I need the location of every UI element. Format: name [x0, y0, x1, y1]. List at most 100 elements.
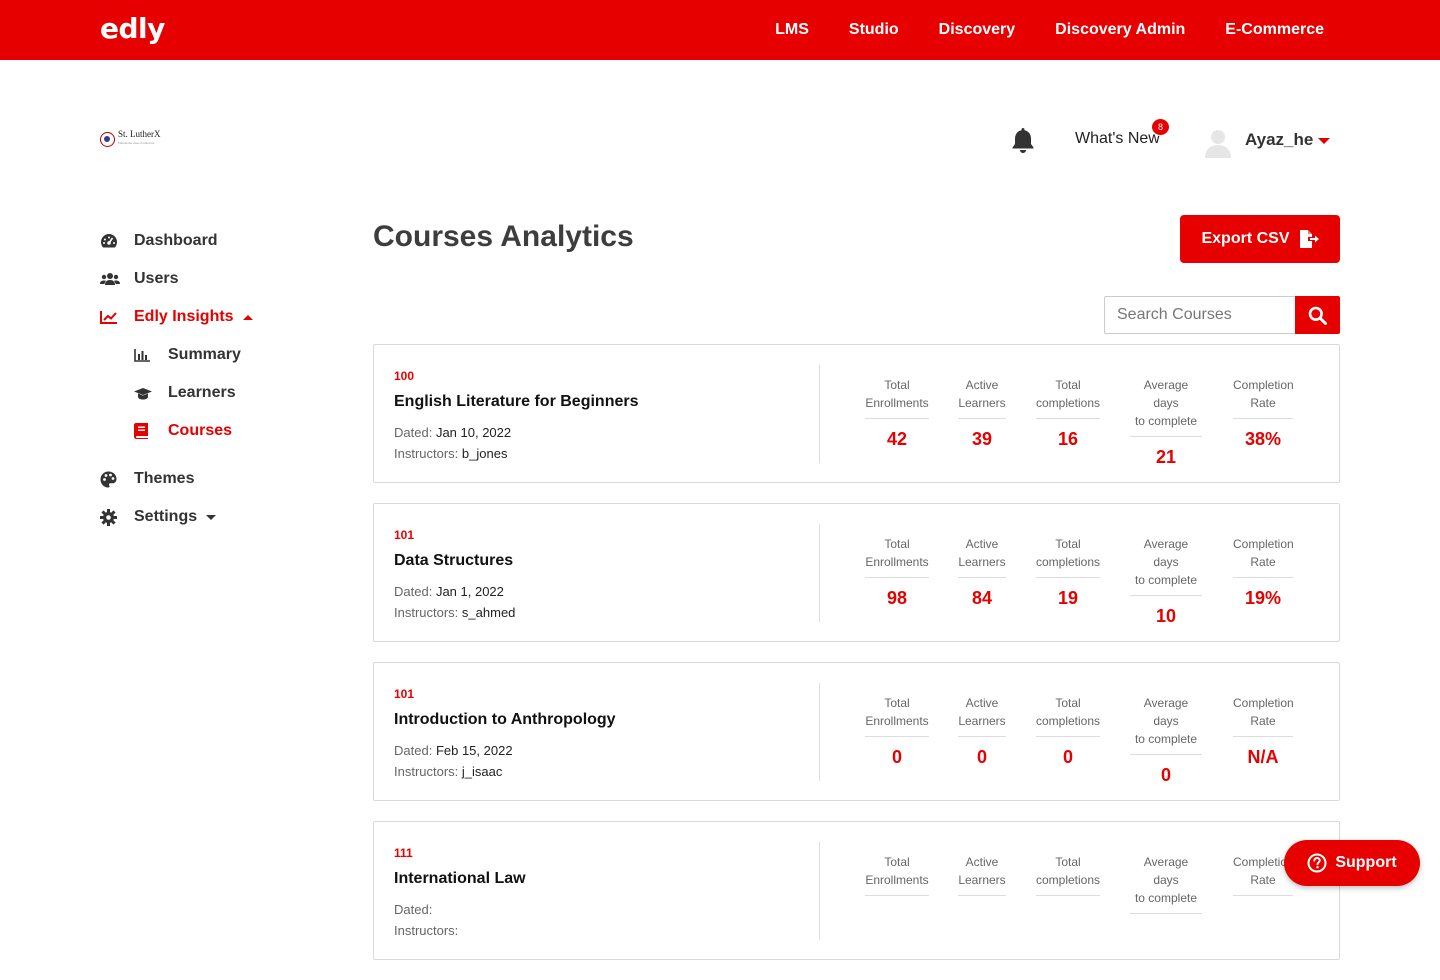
- topnav-studio[interactable]: Studio: [849, 21, 899, 39]
- stat-label-line2: Rate: [1250, 555, 1276, 569]
- course-stat: Average days to complete 0: [1130, 694, 1202, 786]
- school-tagline: Educate the class of tomorrow: [118, 141, 155, 145]
- stat-label: Active Learners: [958, 376, 1006, 419]
- course-stat: Total completions 0: [1036, 694, 1100, 768]
- dated-value: Jan 10, 2022: [435, 425, 512, 440]
- stat-label-line2: to complete: [1134, 891, 1198, 905]
- stat-value: 19%: [1244, 588, 1282, 608]
- course-name[interactable]: Introduction to Anthropology: [394, 711, 616, 729]
- course-dated: Dated: Jan 1, 2022: [394, 584, 504, 599]
- course-id: 100: [394, 369, 415, 383]
- sidebar-item-dashboard[interactable]: Dashboard: [100, 222, 360, 260]
- stat-label-line1: Active: [965, 696, 999, 710]
- sidebar-item-summary[interactable]: Summary: [100, 336, 360, 374]
- sidebar-label-summary: Summary: [168, 346, 241, 363]
- sidebar-item-edly-insights[interactable]: Edly Insights: [100, 298, 360, 336]
- sidebar-label-themes: Themes: [134, 470, 195, 487]
- stat-label-line1: Completion: [1233, 378, 1294, 392]
- course-instructors: Instructors: j_isaac: [394, 764, 502, 779]
- export-csv-button[interactable]: Export CSV: [1180, 215, 1340, 263]
- top-bar: edly LMS Studio Discovery Discovery Admi…: [0, 0, 1440, 60]
- stat-value: 0: [1160, 765, 1171, 785]
- stat-value: 10: [1155, 606, 1177, 626]
- dated-label: Dated:: [394, 743, 433, 758]
- course-stat: Total completions 19: [1036, 535, 1100, 609]
- stat-label: Average days to complete: [1130, 376, 1202, 437]
- topnav-lms[interactable]: LMS: [775, 21, 809, 39]
- topnav-discovery-admin[interactable]: Discovery Admin: [1055, 21, 1185, 39]
- stat-label-line2: Enrollments: [865, 555, 929, 569]
- course-stat: Active Learners: [958, 853, 1006, 906]
- graduation-cap-icon: [134, 387, 168, 400]
- course-card[interactable]: 101 Data Structures Dated: Jan 1, 2022 Inst…: [373, 503, 1340, 642]
- course-card[interactable]: 100 English Literature for Beginners Dated…: [373, 344, 1340, 483]
- stat-label-line2: completions: [1036, 873, 1101, 887]
- stat-label: Active Learners: [958, 535, 1006, 578]
- stat-label-line2: to complete: [1134, 414, 1198, 428]
- sidebar-item-settings[interactable]: Settings: [100, 498, 360, 536]
- stat-value: 0: [1062, 747, 1073, 767]
- instructors-label: Instructors:: [394, 764, 459, 779]
- stat-label-line2: Enrollments: [865, 396, 929, 410]
- topnav-ecommerce[interactable]: E-Commerce: [1225, 21, 1324, 39]
- sidebar-item-courses[interactable]: Courses: [100, 412, 360, 450]
- page-title: Courses Analytics: [373, 220, 634, 253]
- topnav-discovery[interactable]: Discovery: [939, 21, 1016, 39]
- user-menu-chevron-down-icon[interactable]: [1318, 138, 1330, 144]
- stat-value: 42: [886, 429, 908, 449]
- stat-label-line2: completions: [1036, 396, 1101, 410]
- course-stat: Total Enrollments: [865, 853, 929, 906]
- search-icon: [1308, 306, 1327, 325]
- stat-value: N/A: [1247, 747, 1279, 767]
- stat-label-line2: Learners: [958, 873, 1006, 887]
- line-chart-icon: [100, 310, 134, 324]
- stat-label-line2: Learners: [958, 396, 1006, 410]
- stat-label: Average days to complete: [1130, 853, 1202, 914]
- bell-icon[interactable]: [1010, 126, 1036, 154]
- card-divider: [819, 683, 820, 781]
- school-seal-icon: [100, 131, 115, 147]
- stat-label-line2: Rate: [1250, 396, 1276, 410]
- sidebar-label-edly-insights: Edly Insights: [134, 308, 234, 325]
- stat-label: Total Enrollments: [865, 853, 929, 896]
- stat-label: Total completions: [1036, 853, 1100, 896]
- stat-label-line1: Average days: [1143, 855, 1189, 887]
- sidebar-label-users: Users: [134, 270, 179, 287]
- search-courses-input[interactable]: [1104, 296, 1295, 334]
- stat-label-line2: Learners: [958, 714, 1006, 728]
- sidebar-item-themes[interactable]: Themes: [100, 460, 360, 498]
- support-button[interactable]: Support: [1284, 840, 1420, 886]
- username[interactable]: Ayaz_he: [1245, 130, 1313, 150]
- course-name[interactable]: English Literature for Beginners: [394, 393, 638, 411]
- stat-label-line1: Total: [1055, 855, 1081, 869]
- school-logo[interactable]: St. LutherX Educate the class of tomorro…: [100, 128, 170, 150]
- search-button[interactable]: [1295, 296, 1340, 334]
- sidebar-label-learners: Learners: [168, 384, 236, 401]
- help-circle-icon: [1307, 853, 1327, 873]
- course-stat: Total completions: [1036, 853, 1100, 906]
- instructors-value: j_isaac: [461, 764, 503, 779]
- course-stat: Active Learners 84: [958, 535, 1006, 609]
- stat-label: Active Learners: [958, 694, 1006, 737]
- stat-label-line1: Total: [884, 855, 910, 869]
- course-card[interactable]: 111 International Law Dated: Instructors: …: [373, 821, 1340, 960]
- school-name-text: St. LutherX: [118, 129, 161, 139]
- course-instructors: Instructors:: [394, 923, 458, 938]
- course-name[interactable]: Data Structures: [394, 552, 513, 570]
- stat-label: Average days to complete: [1130, 694, 1202, 755]
- sidebar-item-users[interactable]: Users: [100, 260, 360, 298]
- whats-new-link[interactable]: What's New: [1075, 130, 1160, 148]
- stat-label-line2: completions: [1036, 714, 1101, 728]
- card-divider: [819, 365, 820, 463]
- card-divider: [819, 524, 820, 622]
- edly-logo[interactable]: edly: [100, 12, 165, 45]
- stat-label: Total completions: [1036, 535, 1100, 578]
- sidebar-item-learners[interactable]: Learners: [100, 374, 360, 412]
- avatar[interactable]: [1202, 126, 1234, 158]
- stat-value: 38%: [1244, 429, 1282, 449]
- course-name[interactable]: International Law: [394, 870, 526, 888]
- course-card[interactable]: 101 Introduction to Anthropology Dated: Fe…: [373, 662, 1340, 801]
- stat-label: Total Enrollments: [865, 535, 929, 578]
- instructors-label: Instructors:: [394, 923, 459, 938]
- stat-label: Completion Rate: [1233, 535, 1294, 578]
